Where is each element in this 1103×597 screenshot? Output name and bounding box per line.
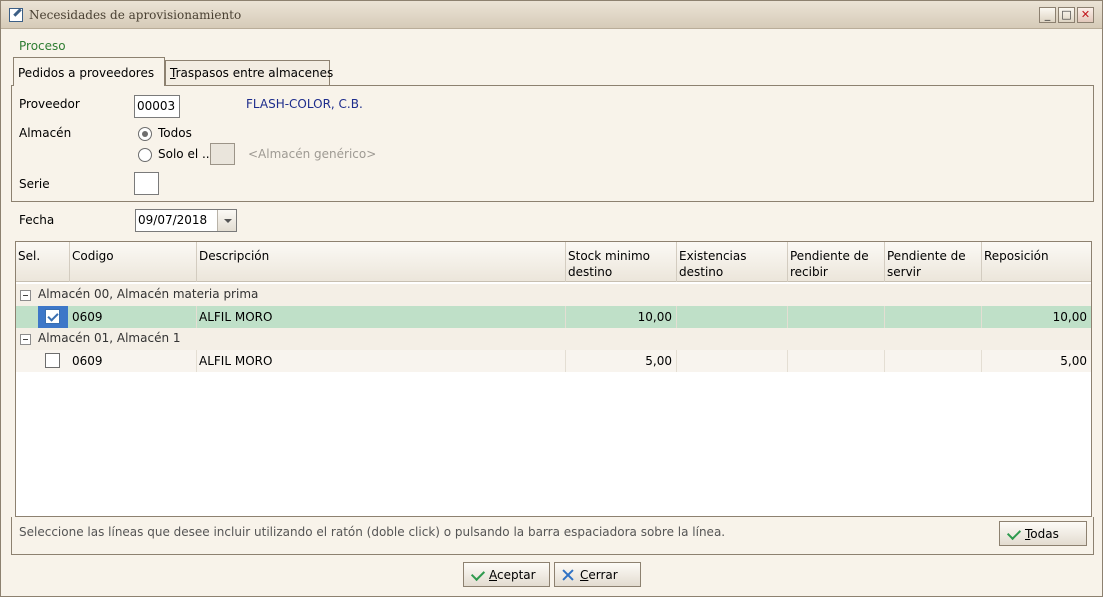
col-header-sel[interactable]: Sel. bbox=[16, 242, 70, 282]
cerrar-button[interactable]: Cerrar bbox=[554, 562, 641, 587]
col-header-pendiente-recibir[interactable]: Pendiente de recibir bbox=[788, 242, 885, 282]
col-header-line: recibir bbox=[790, 265, 828, 279]
cell-reposicion: 10,00 bbox=[1052, 310, 1087, 324]
row-select-cell[interactable] bbox=[38, 350, 68, 372]
radio-solo-el[interactable] bbox=[138, 148, 152, 162]
check-icon bbox=[1006, 525, 1022, 541]
col-header-line: Stock minimo bbox=[568, 249, 651, 263]
col-header-line: servir bbox=[887, 265, 921, 279]
cerrar-label: errar bbox=[588, 568, 618, 582]
cell-pendiente-servir bbox=[885, 350, 982, 372]
chevron-down-icon[interactable] bbox=[217, 210, 236, 231]
cell-reposicion: 5,00 bbox=[1060, 354, 1087, 368]
row-checkbox[interactable] bbox=[45, 309, 60, 324]
cell-pendiente-servir bbox=[885, 306, 982, 328]
tab-pedidos-proveedores[interactable]: Pedidos a proveedores bbox=[13, 57, 165, 86]
almacen-input[interactable] bbox=[210, 143, 235, 165]
col-header-reposicion[interactable]: Reposición bbox=[982, 242, 1091, 282]
close-icon bbox=[561, 568, 575, 582]
almacen-generico-hint: <Almacén genérico> bbox=[248, 147, 377, 161]
cell-codigo: 0609 bbox=[70, 306, 197, 328]
col-header-line: Existencias bbox=[679, 249, 747, 263]
col-header-stock-minimo[interactable]: Stock minimo destino bbox=[566, 242, 677, 282]
maximize-button[interactable]: □ bbox=[1058, 7, 1075, 23]
cell-pendiente-recibir bbox=[788, 306, 885, 328]
tab-label: raspasos entre almacenes bbox=[175, 66, 334, 80]
col-header-line: destino bbox=[679, 265, 724, 279]
radio-todos[interactable] bbox=[138, 127, 152, 141]
fecha-value: 09/07/2018 bbox=[138, 213, 208, 227]
col-header-existencias[interactable]: Existencias destino bbox=[677, 242, 788, 282]
necesidades-grid[interactable]: Sel. Codigo Descripción Stock minimo des… bbox=[15, 241, 1092, 517]
aceptar-mnemonic: A bbox=[489, 568, 497, 582]
table-row[interactable]: 0609 ALFIL MORO 10,00 10,00 bbox=[16, 306, 1091, 328]
col-header-line: Pendiente de bbox=[887, 249, 966, 263]
group-label: Almacén 00, Almacén materia prima bbox=[38, 287, 259, 301]
edit-window-icon bbox=[9, 8, 23, 22]
tab-panel: Proveedor 00003 FLASH-COLOR, C.B. Almacé… bbox=[11, 85, 1094, 202]
aceptar-button[interactable]: Aceptar bbox=[463, 562, 550, 587]
row-select-cell[interactable] bbox=[38, 306, 68, 328]
col-header-line: Pendiente de bbox=[790, 249, 869, 263]
cell-descripcion: ALFIL MORO bbox=[197, 350, 566, 372]
group-row[interactable]: Almacén 01, Almacén 1 bbox=[16, 328, 1091, 350]
almacen-label: Almacén bbox=[19, 126, 72, 140]
tab-label: Pedidos a proveedores bbox=[18, 66, 155, 80]
radio-todos-label: Todos bbox=[158, 126, 192, 140]
cell-existencias bbox=[677, 306, 788, 328]
cell-descripcion: ALFIL MORO bbox=[197, 306, 566, 328]
grid-header: Sel. Codigo Descripción Stock minimo des… bbox=[16, 242, 1091, 282]
window-title: Necesidades de aprovisionamiento bbox=[29, 8, 242, 22]
check-icon bbox=[470, 566, 486, 582]
cell-pendiente-recibir bbox=[788, 350, 885, 372]
proveedor-name: FLASH-COLOR, C.B. bbox=[246, 97, 363, 111]
minimize-button[interactable]: _ bbox=[1039, 7, 1056, 23]
todas-label: odas bbox=[1030, 527, 1059, 541]
dialog-body: Proceso Pedidos a proveedores Traspasos … bbox=[9, 29, 1095, 592]
cell-stock-minimo: 10,00 bbox=[566, 306, 677, 328]
col-header-codigo[interactable]: Codigo bbox=[70, 242, 197, 282]
title-bar[interactable]: Necesidades de aprovisionamiento _ □ ✕ bbox=[1, 1, 1102, 29]
table-row[interactable]: 0609 ALFIL MORO 5,00 5,00 bbox=[16, 350, 1091, 372]
group-row[interactable]: Almacén 00, Almacén materia prima bbox=[16, 284, 1091, 306]
collapse-icon[interactable] bbox=[20, 290, 31, 301]
row-checkbox[interactable] bbox=[45, 353, 60, 368]
app-window: Necesidades de aprovisionamiento _ □ ✕ P… bbox=[0, 0, 1103, 597]
aceptar-label: ceptar bbox=[497, 568, 536, 582]
cell-stock-minimo: 5,00 bbox=[566, 350, 677, 372]
tab-traspasos-almacenes[interactable]: Traspasos entre almacenes bbox=[165, 60, 333, 85]
cell-existencias bbox=[677, 350, 788, 372]
proveedor-label: Proveedor bbox=[19, 97, 80, 111]
col-header-line: destino bbox=[568, 265, 613, 279]
col-header-descripcion[interactable]: Descripción bbox=[197, 242, 566, 282]
serie-label: Serie bbox=[19, 177, 50, 191]
proceso-label: Proceso bbox=[19, 39, 66, 53]
collapse-icon[interactable] bbox=[20, 334, 31, 345]
fecha-date-picker[interactable]: 09/07/2018 bbox=[135, 209, 237, 232]
serie-input[interactable] bbox=[134, 172, 159, 195]
close-window-button[interactable]: ✕ bbox=[1077, 7, 1094, 23]
cell-codigo: 0609 bbox=[70, 350, 197, 372]
radio-solo-label: Solo el .. bbox=[158, 147, 210, 161]
group-label: Almacén 01, Almacén 1 bbox=[38, 331, 181, 345]
todas-button[interactable]: Todas bbox=[999, 521, 1087, 546]
proveedor-input[interactable]: 00003 bbox=[134, 95, 180, 118]
fecha-label: Fecha bbox=[19, 213, 55, 227]
col-header-pendiente-servir[interactable]: Pendiente de servir bbox=[885, 242, 982, 282]
instructions-text: Seleccione las líneas que desee incluir … bbox=[19, 525, 726, 539]
